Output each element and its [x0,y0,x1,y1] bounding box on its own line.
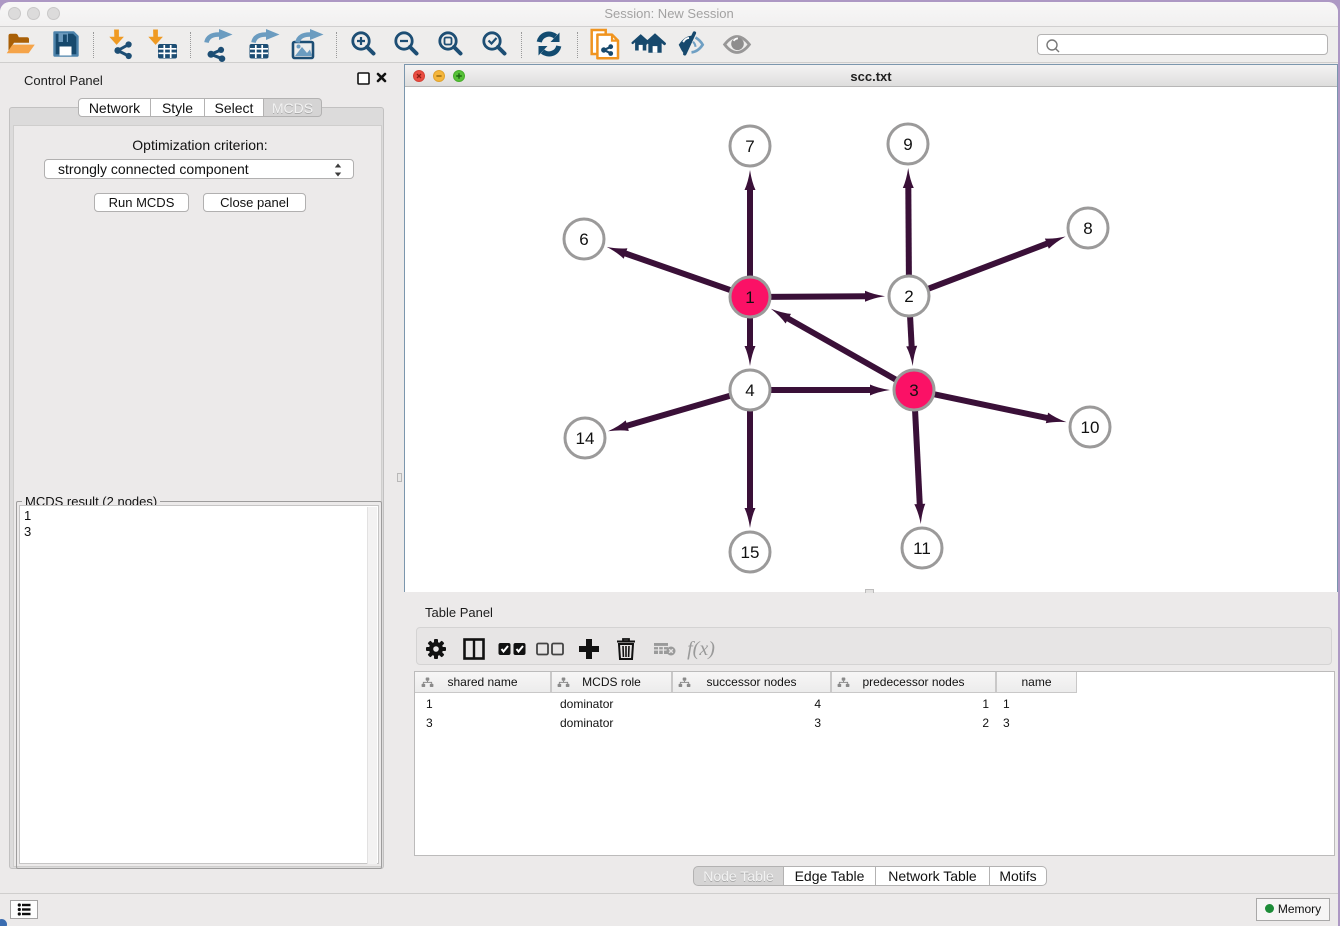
svg-text:3: 3 [909,381,918,400]
svg-text:6: 6 [579,230,588,249]
svg-text:1: 1 [745,288,754,307]
svg-text:2: 2 [904,287,913,306]
svg-text:11: 11 [913,539,931,558]
svg-text:7: 7 [745,137,754,156]
svg-text:f(x): f(x) [687,638,715,660]
svg-text:9: 9 [903,135,912,154]
svg-text:10: 10 [1081,418,1100,437]
svg-text:4: 4 [745,381,754,400]
svg-text:8: 8 [1083,219,1092,238]
svg-text:14: 14 [576,429,595,448]
svg-text:15: 15 [741,543,760,562]
